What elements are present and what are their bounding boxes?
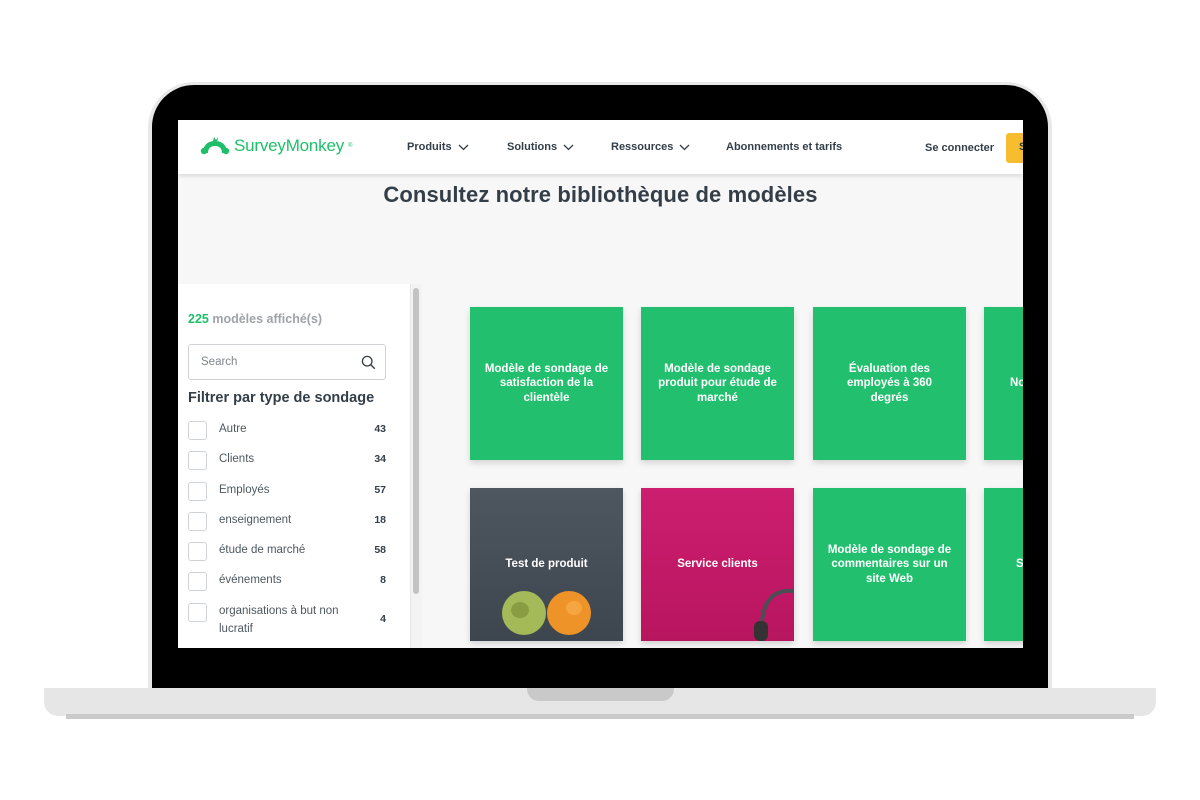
nav-label: Produits: [407, 141, 452, 153]
page-title: Consultez notre bibliothèque de modèles: [383, 182, 818, 207]
search-box: [188, 344, 386, 380]
filter-label: enseignement: [219, 513, 292, 526]
sidebar-scrollbar-thumb[interactable]: [413, 288, 419, 594]
filter-label: organisations à but non lucratif: [219, 604, 339, 635]
browser-screen: SurveyMonkey ® Produits Solutions Ressour…: [178, 120, 1023, 648]
monkey-logo-icon: [200, 137, 230, 155]
logo[interactable]: SurveyMonkey ®: [200, 136, 352, 156]
template-title: S: [1016, 558, 1023, 571]
nav-abonnements-tarifs[interactable]: Abonnements et tarifs: [726, 141, 842, 153]
template-card[interactable]: Modèle de sondage produit pour étude de …: [641, 307, 794, 460]
checkbox[interactable]: [188, 451, 207, 471]
search-icon[interactable]: [361, 355, 376, 370]
site-header: SurveyMonkey ® Produits Solutions Ressour…: [178, 120, 1023, 174]
checkbox[interactable]: [188, 602, 207, 622]
template-title: Modèle de sondage de commentaires sur un…: [827, 543, 952, 585]
filter-list: Autre 43 Clients 34 Employés 57 enseigne…: [188, 420, 386, 648]
apple-orange-illustration: [502, 591, 591, 635]
checkbox[interactable]: [188, 481, 207, 501]
template-card[interactable]: Modèle de sondage de commentaires sur un…: [813, 488, 966, 641]
filter-item-etude-de-marche[interactable]: étude de marché 58: [188, 541, 386, 571]
chevron-down-icon: [679, 144, 690, 150]
brand-registered-mark: ®: [348, 143, 353, 149]
filter-label: Autre: [219, 423, 247, 435]
template-title: Modèle de sondage de satisfaction de la …: [484, 362, 609, 404]
checkbox[interactable]: [188, 572, 207, 592]
result-count: 225 modèles affiché(s): [188, 312, 322, 326]
laptop-base-shadow: [66, 714, 1134, 719]
result-count-suffix: modèles affiché(s): [208, 312, 323, 326]
filter-count: 18: [374, 513, 386, 526]
laptop-notch: [527, 688, 674, 701]
checkbox[interactable]: [188, 511, 207, 531]
nav-ressources[interactable]: Ressources: [611, 141, 690, 153]
chevron-down-icon: [458, 144, 469, 150]
filter-label: étude de marché: [219, 544, 306, 557]
filter-count: 57: [374, 483, 386, 496]
template-card[interactable]: Évaluation des employés à 360 degrés: [813, 307, 966, 460]
filter-sidebar: 225 modèles affiché(s) Filtrer par type …: [178, 284, 422, 648]
template-title: Modèle de sondage produit pour étude de …: [658, 362, 777, 404]
template-card[interactable]: No: [984, 307, 1023, 460]
login-link[interactable]: Se connecter: [925, 142, 994, 154]
headset-illustration: [754, 588, 794, 641]
filter-count: 58: [374, 544, 386, 557]
filter-item-clients[interactable]: Clients 34: [188, 450, 386, 480]
signup-button[interactable]: S: [1006, 133, 1023, 163]
template-card[interactable]: Service clients: [641, 488, 794, 641]
nav-label: Ressources: [611, 141, 674, 153]
template-title: Service clients: [677, 558, 758, 571]
filter-item-evenements[interactable]: événements 8: [188, 571, 386, 601]
result-count-number: 225: [188, 312, 209, 326]
filter-label: Employés: [219, 483, 270, 496]
search-input[interactable]: [189, 345, 359, 379]
nav-label: Solutions: [507, 141, 558, 153]
filter-count: 8: [380, 574, 386, 587]
nav-label: Abonnements et tarifs: [726, 141, 843, 153]
checkbox[interactable]: [188, 542, 207, 562]
template-title: Test de produit: [505, 558, 588, 571]
filter-label: Clients: [219, 453, 255, 466]
template-card[interactable]: Test de produit: [470, 488, 623, 641]
filter-item-employes[interactable]: Employés 57: [188, 481, 386, 511]
template-title: No: [1010, 377, 1023, 390]
filter-heading: Filtrer par type de sondage: [188, 390, 375, 406]
filter-item-organisations[interactable]: organisations à but non lucratif 4: [188, 602, 386, 648]
filter-count: 34: [374, 453, 386, 466]
filter-count: 43: [374, 423, 386, 435]
template-card[interactable]: S: [984, 488, 1023, 641]
filter-item-enseignement[interactable]: enseignement 18: [188, 511, 386, 541]
nav-solutions[interactable]: Solutions: [507, 141, 574, 153]
filter-label: événements: [219, 574, 282, 587]
brand-name: SurveyMonkey: [234, 136, 345, 155]
filter-count: 4: [380, 612, 386, 625]
chevron-down-icon: [563, 144, 574, 150]
nav-produits[interactable]: Produits: [407, 141, 469, 153]
checkbox[interactable]: [188, 421, 207, 440]
filter-item-autre[interactable]: Autre 43: [188, 420, 386, 450]
template-card[interactable]: Modèle de sondage de satisfaction de la …: [470, 307, 623, 460]
template-title: Évaluation des employés à 360 degrés: [846, 362, 933, 404]
